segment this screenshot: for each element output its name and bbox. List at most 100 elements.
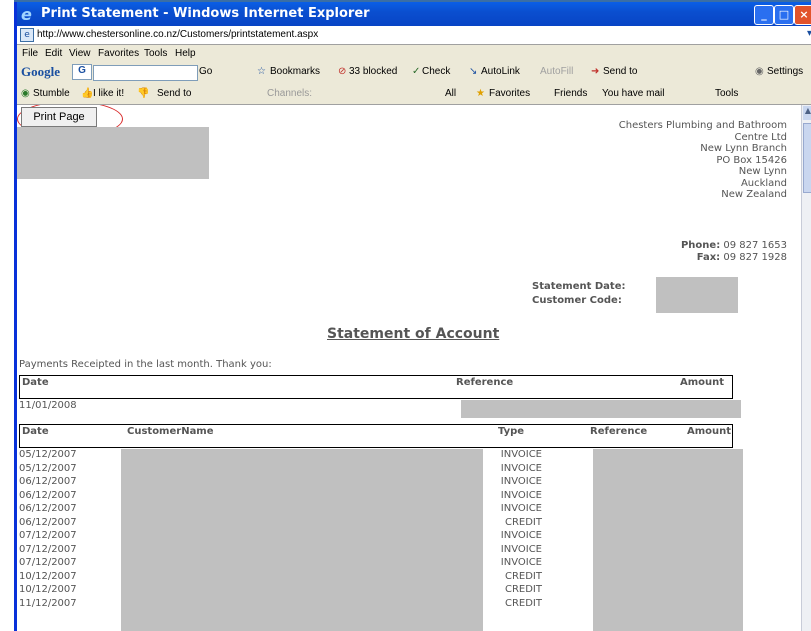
- vertical-scrollbar[interactable]: ▲: [801, 105, 811, 631]
- company-address: Chesters Plumbing and Bathroom Centre Lt…: [619, 120, 787, 201]
- invoice-date: 06/12/2007: [19, 503, 77, 514]
- invoice-type: INVOICE: [500, 462, 542, 474]
- stumble-toolbar: ◉ Stumble 👍 I like it! 👎 Send to Channel…: [17, 84, 811, 105]
- invoice-date: 10/12/2007: [19, 584, 77, 595]
- page-content: Print Page Chesters Plumbing and Bathroo…: [17, 105, 801, 631]
- table-row: 05/12/2007 INVOICE: [17, 449, 801, 461]
- ie-logo-icon: e: [21, 5, 32, 24]
- thumbs-down-icon[interactable]: 👎: [137, 88, 149, 99]
- scroll-thumb[interactable]: [803, 123, 811, 193]
- payment-date: 11/01/2008: [19, 400, 77, 411]
- invoice-date: 11/12/2007: [19, 597, 77, 609]
- autolink-icon: ↘: [469, 66, 478, 77]
- autolink-button[interactable]: AutoLink: [481, 66, 520, 77]
- all-button[interactable]: All: [445, 88, 456, 99]
- channels-label: Channels:: [267, 88, 313, 99]
- tools-button[interactable]: Tools: [715, 88, 738, 99]
- invoice-date: 05/12/2007: [19, 462, 77, 474]
- company-line: New Lynn Branch: [700, 143, 787, 154]
- background-window-edge: [0, 0, 14, 631]
- invoice-type: INVOICE: [500, 557, 542, 568]
- fax-number: 09 827 1928: [723, 252, 787, 263]
- table-row: 07/12/2007 INVOICE: [17, 557, 801, 569]
- redacted-payment-details: [461, 400, 741, 418]
- address-url[interactable]: http://www.chestersonline.co.nz/Customer…: [37, 29, 318, 40]
- invoice-date: 07/12/2007: [19, 557, 77, 568]
- bookmarks-button[interactable]: Bookmarks: [270, 66, 320, 77]
- invoices-amount-header: Amount: [687, 426, 732, 437]
- close-button[interactable]: ×: [794, 5, 811, 25]
- stumble-icon: ◉: [21, 88, 30, 99]
- blocked-button[interactable]: 33 blocked: [349, 66, 397, 77]
- minimize-button[interactable]: _: [754, 5, 774, 25]
- table-row: 07/12/2007 INVOICE: [17, 530, 801, 542]
- fax-label: Fax:: [696, 252, 721, 263]
- company-line: Chesters Plumbing and Bathroom: [618, 120, 787, 131]
- spellcheck-icon: ✓: [412, 66, 421, 77]
- menu-view[interactable]: View: [69, 48, 91, 59]
- table-row: 07/12/2007 INVOICE: [17, 544, 801, 556]
- title-bar[interactable]: e Print Statement - Windows Internet Exp…: [17, 2, 811, 26]
- settings-button[interactable]: Settings: [767, 66, 803, 77]
- google-search-input[interactable]: G: [72, 64, 92, 80]
- menu-help[interactable]: Help: [175, 48, 196, 59]
- invoice-date: 06/12/2007: [19, 476, 77, 487]
- invoice-date: 10/12/2007: [19, 570, 77, 582]
- company-line: New Zealand: [721, 189, 787, 200]
- mail-button[interactable]: You have mail: [602, 88, 664, 99]
- send-to-stumble-button[interactable]: Send to: [157, 88, 191, 99]
- page-icon: e: [20, 28, 34, 42]
- table-row: 06/12/2007 INVOICE: [17, 503, 801, 515]
- redacted-statement-values: [656, 277, 738, 313]
- table-row: 10/12/2007 CREDIT: [17, 571, 801, 583]
- go-button[interactable]: Go: [199, 66, 212, 77]
- favorites-button[interactable]: Favorites: [489, 88, 530, 99]
- like-button[interactable]: I like it!: [93, 88, 124, 99]
- invoice-type: CREDIT: [504, 597, 542, 609]
- send-to-button[interactable]: Send to: [603, 66, 637, 77]
- check-button[interactable]: Check: [422, 66, 450, 77]
- print-page-button[interactable]: Print Page: [21, 107, 97, 127]
- menu-file[interactable]: File: [22, 48, 38, 59]
- popup-blocker-icon: ⊘: [338, 66, 347, 77]
- payments-header: Date Reference Amount: [19, 375, 733, 399]
- table-row: 06/12/2007 INVOICE: [17, 476, 801, 488]
- invoices-type-header: Type: [498, 426, 525, 437]
- thumbs-up-icon: 👍: [81, 88, 94, 99]
- menu-tools[interactable]: Tools: [144, 48, 167, 59]
- browser-window: e Print Statement - Windows Internet Exp…: [14, 2, 811, 631]
- maximize-button[interactable]: □: [774, 5, 794, 25]
- phone-number: 09 827 1653: [723, 240, 787, 251]
- friends-button[interactable]: Friends: [554, 88, 587, 99]
- invoice-type: INVOICE: [500, 449, 542, 460]
- invoice-type: INVOICE: [500, 503, 542, 514]
- address-dropdown-icon[interactable]: ▾: [807, 28, 811, 39]
- menu-edit[interactable]: Edit: [45, 48, 62, 59]
- settings-icon: ◉: [755, 66, 764, 77]
- table-row: 10/12/2007 CREDIT: [17, 584, 801, 596]
- redacted-logo: [17, 127, 209, 179]
- customer-code-label: Customer Code:: [532, 295, 622, 306]
- statement-heading: Statement of Account: [327, 326, 500, 342]
- scroll-up-icon[interactable]: ▲: [803, 106, 811, 120]
- menu-bar: File Edit View Favorites Tools Help: [17, 45, 811, 62]
- menu-favorites[interactable]: Favorites: [98, 48, 139, 59]
- invoice-date: 07/12/2007: [19, 543, 77, 555]
- favorites-star-icon: ★: [476, 88, 485, 99]
- table-row: 06/12/2007 CREDIT: [17, 517, 801, 529]
- table-row: 06/12/2007 INVOICE: [17, 490, 801, 502]
- phone-label: Phone:: [680, 240, 721, 251]
- company-line: New Lynn: [738, 166, 787, 177]
- statement-labels: Statement Date: Customer Code:: [532, 280, 626, 308]
- invoice-type: CREDIT: [504, 584, 542, 595]
- statement-date-label: Statement Date:: [532, 281, 626, 292]
- company-line: PO Box 15426: [716, 154, 787, 166]
- table-row: 05/12/2007 INVOICE: [17, 463, 801, 475]
- payments-reference-header: Reference: [456, 377, 514, 388]
- google-search-field[interactable]: [93, 65, 198, 81]
- stumble-button[interactable]: Stumble: [33, 88, 70, 99]
- window-title: Print Statement - Windows Internet Explo…: [41, 6, 370, 21]
- autofill-button[interactable]: AutoFill: [540, 66, 573, 77]
- address-bar[interactable]: e http://www.chestersonline.co.nz/Custom…: [17, 26, 811, 45]
- company-line: Auckland: [740, 177, 787, 189]
